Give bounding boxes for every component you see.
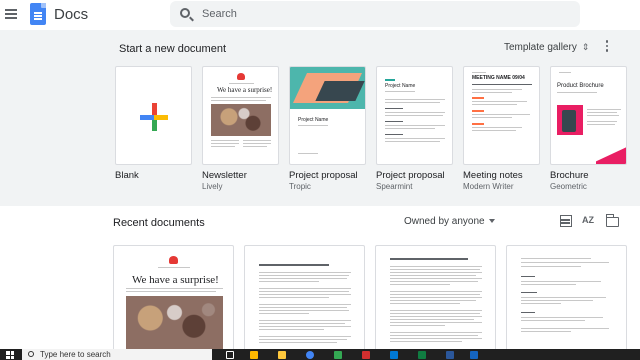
app-icon[interactable] — [334, 351, 342, 359]
template-name: Project proposal — [376, 170, 445, 181]
excel-icon[interactable] — [418, 351, 426, 359]
app-header: Docs — [0, 0, 640, 30]
windows-start-icon[interactable] — [6, 351, 14, 359]
template-subtitle: Geometric — [550, 182, 587, 191]
search-icon[interactable] — [180, 8, 190, 18]
template-newsletter[interactable]: We have a surprise! Newsletter Lively — [202, 66, 279, 191]
template-thumbnail: Project Name — [289, 66, 366, 165]
file-explorer-icon[interactable] — [250, 351, 258, 359]
taskbar-search-input[interactable] — [40, 349, 205, 360]
template-meeting-notes[interactable]: MEETING NAME 09/04 Meeting notes Modern … — [463, 66, 540, 191]
doc-photo — [126, 296, 223, 351]
word-icon[interactable] — [446, 351, 454, 359]
chrome-icon[interactable] — [306, 351, 314, 359]
folder-picker-icon[interactable] — [605, 214, 619, 227]
template-name: Blank — [115, 170, 139, 181]
template-name: Project proposal — [289, 170, 358, 181]
owner-filter-dropdown[interactable]: Owned by anyone — [404, 216, 495, 227]
thumb-heading: Project Name — [298, 117, 329, 123]
unfold-more-icon: ⇕ — [581, 42, 590, 52]
folder-app-icon[interactable] — [278, 351, 286, 359]
template-brochure[interactable]: Product Brochure Brochure Geometric — [550, 66, 627, 191]
template-subtitle: Tropic — [289, 182, 311, 191]
hamburger-menu-icon[interactable] — [5, 9, 17, 19]
recent-doc-card[interactable] — [244, 245, 365, 355]
thumb-photo — [211, 104, 271, 136]
template-name: Newsletter — [202, 170, 247, 181]
app-icon[interactable] — [470, 351, 478, 359]
template-name: Meeting notes — [463, 170, 523, 181]
template-gallery-button[interactable]: Template gallery ⇕ — [504, 42, 589, 53]
sort-az-icon[interactable]: AZ — [582, 215, 598, 227]
recent-doc-card[interactable] — [506, 245, 627, 355]
recent-doc-card[interactable] — [375, 245, 496, 355]
section-title: Start a new document — [119, 43, 227, 55]
phone-image — [562, 110, 576, 132]
list-view-icon[interactable] — [560, 215, 572, 227]
template-blank[interactable]: Blank — [115, 66, 192, 181]
template-thumbnail — [115, 66, 192, 165]
template-gallery-label: Template gallery — [504, 42, 577, 53]
more-vert-icon[interactable] — [603, 40, 611, 56]
template-subtitle: Modern Writer — [463, 182, 514, 191]
thumb-heading: MEETING NAME 09/04 — [472, 75, 525, 81]
app-icon[interactable] — [390, 351, 398, 359]
heart-icon — [169, 256, 178, 264]
recent-documents-title: Recent documents — [113, 217, 205, 229]
docs-logo-icon[interactable] — [30, 3, 46, 25]
taskbar-search-box[interactable] — [22, 349, 212, 360]
doc-heading: We have a surprise! — [132, 274, 219, 286]
windows-taskbar — [0, 349, 640, 360]
recent-doc-card[interactable]: We have a surprise! — [113, 245, 234, 355]
template-thumbnail: Project Name — [376, 66, 453, 165]
thumb-heading: Product Brochure — [557, 83, 604, 89]
template-subtitle: Spearmint — [376, 182, 413, 191]
thumb-heading: Project Name — [385, 83, 416, 89]
template-name: Brochure — [550, 170, 589, 181]
search-icon — [28, 351, 34, 357]
template-project-proposal-tropic[interactable]: Project Name Project proposal Tropic — [289, 66, 366, 191]
dropdown-arrow-icon — [488, 219, 495, 224]
thumb-heading: We have a surprise! — [217, 86, 273, 94]
template-subtitle: Lively — [202, 182, 223, 191]
template-project-proposal-spearmint[interactable]: Project Name Project proposal Spearmint — [376, 66, 453, 191]
app-icon[interactable] — [362, 351, 370, 359]
search-input[interactable] — [202, 1, 572, 27]
task-view-icon[interactable] — [226, 351, 234, 359]
search-box[interactable] — [170, 1, 580, 27]
template-section: Start a new document Template gallery ⇕ B… — [0, 30, 640, 206]
template-thumbnail: We have a surprise! — [202, 66, 279, 165]
heart-icon — [237, 73, 245, 80]
owner-filter-label: Owned by anyone — [404, 216, 485, 227]
app-title[interactable]: Docs — [54, 6, 88, 23]
template-thumbnail: Product Brochure — [550, 66, 627, 165]
template-thumbnail: MEETING NAME 09/04 — [463, 66, 540, 165]
